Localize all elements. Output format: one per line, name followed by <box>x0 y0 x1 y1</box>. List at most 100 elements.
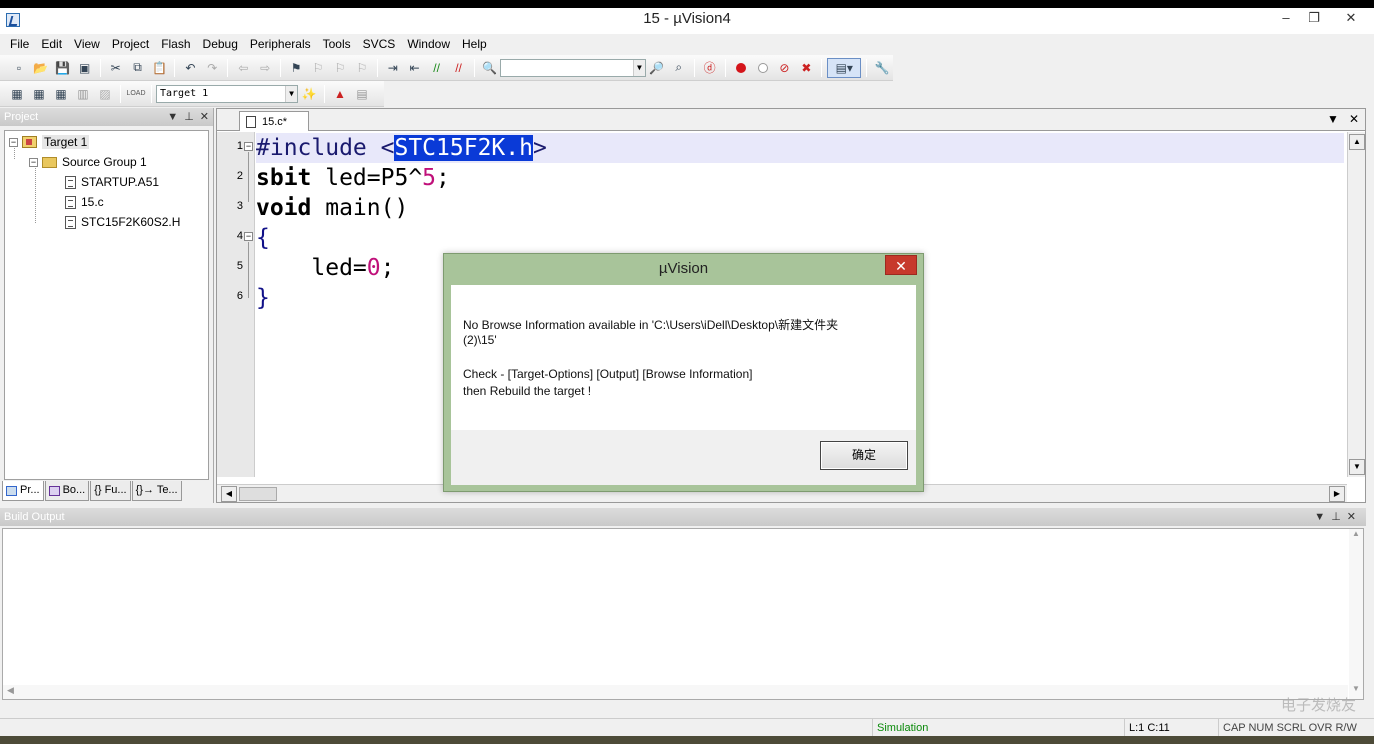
bookmark-icon[interactable]: ⚑ <box>286 58 306 78</box>
scroll-down-icon[interactable]: ▼ <box>1349 684 1363 693</box>
cut-icon[interactable]: ✂ <box>106 58 126 78</box>
pin-icon[interactable]: ⊥ <box>184 108 194 126</box>
configure-icon[interactable]: 🔧 <box>872 58 892 78</box>
rebuild-icon[interactable]: ▦ <box>51 84 71 104</box>
scroll-left-icon[interactable]: ◀ <box>7 685 14 695</box>
chevron-down-icon[interactable]: ▼ <box>632 59 645 76</box>
undo-icon[interactable]: ↶ <box>180 58 200 78</box>
comment-icon[interactable]: // <box>427 58 447 78</box>
disable-breakpoint-icon[interactable] <box>753 58 773 78</box>
tab-templates[interactable]: {}→ Te... <box>131 481 182 501</box>
target-options-icon[interactable]: ✨ <box>299 84 319 104</box>
paste-icon[interactable]: 📋 <box>150 58 170 78</box>
scroll-thumb[interactable] <box>239 487 277 501</box>
tree-node-file[interactable]: STARTUP.A51 <box>65 173 159 191</box>
pin-icon[interactable]: ⊥ <box>1331 508 1341 526</box>
tab-project[interactable]: Pr... <box>2 481 44 501</box>
stop-build-icon[interactable]: ▨ <box>95 84 115 104</box>
window-layout-icon[interactable]: ▤▾ <box>827 57 862 78</box>
panel-close-icon[interactable]: ✕ <box>1347 508 1356 526</box>
clear-bookmarks-icon[interactable]: ⚐ <box>352 58 372 78</box>
panel-close-icon[interactable]: ✕ <box>200 108 209 126</box>
collapse-icon[interactable]: − <box>29 157 38 167</box>
menu-peripherals[interactable]: Peripherals <box>244 37 317 51</box>
dialog-title: µVision <box>658 260 709 277</box>
close-tab-icon[interactable]: ✕ <box>1349 112 1359 126</box>
batch-build-icon[interactable]: ▥ <box>73 84 93 104</box>
menu-flash[interactable]: Flash <box>155 37 196 51</box>
toolbar-separator <box>724 58 726 77</box>
tree-node-source-group[interactable]: − Source Group 1 <box>29 153 147 171</box>
select-packs-icon[interactable]: ▤ <box>352 84 372 104</box>
find-icon[interactable]: 🔎 <box>647 58 667 78</box>
menu-debug[interactable]: Debug <box>197 37 244 51</box>
tree-label-source-group: Source Group 1 <box>62 155 147 169</box>
scroll-up-icon[interactable]: ▲ <box>1349 529 1363 538</box>
tree-connector <box>35 165 36 223</box>
editor-vertical-scrollbar[interactable]: ▲ ▼ <box>1347 132 1365 477</box>
tree-node-file[interactable]: STC15F2K60S2.H <box>65 213 180 231</box>
menu-tools[interactable]: Tools <box>317 37 357 51</box>
copy-icon[interactable]: ⧉ <box>128 58 148 78</box>
target-combo[interactable]: Target 1 ▼ <box>156 84 298 103</box>
nav-forward-icon[interactable]: ⇨ <box>255 58 275 78</box>
scroll-left-icon[interactable]: ◀ <box>221 486 237 502</box>
dialog-close-button[interactable]: ✕ <box>885 255 917 275</box>
build-icon[interactable]: ▦ <box>29 84 49 104</box>
maximize-button[interactable]: ❐ <box>1300 8 1328 28</box>
menu-file[interactable]: File <box>4 37 35 51</box>
close-window-button[interactable]: ✕ <box>1328 8 1374 28</box>
nav-back-icon[interactable]: ⇦ <box>233 58 253 78</box>
incremental-find-icon[interactable]: ⌕ <box>669 58 689 78</box>
find-in-files-icon[interactable]: 🔍 <box>480 58 500 78</box>
kill-all-breakpoints-icon[interactable]: ✖ <box>796 58 816 78</box>
minimize-button[interactable]: – <box>1272 8 1300 28</box>
translate-icon[interactable]: ▦ <box>7 84 27 104</box>
build-toolbar: ▦ ▦ ▦ ▥ ▨ LOAD Target 1 ▼ ✨ ▲ ▤ <box>0 81 384 107</box>
tab-list-icon[interactable]: ▼ <box>1327 112 1339 126</box>
scroll-down-icon[interactable]: ▼ <box>1349 459 1365 475</box>
scroll-right-icon[interactable]: ▶ <box>1329 486 1345 502</box>
fold-icon[interactable]: − <box>244 232 253 241</box>
chevron-down-icon[interactable]: ▼ <box>285 85 297 102</box>
fold-icon[interactable]: − <box>244 142 253 151</box>
download-icon[interactable]: LOAD <box>126 84 146 104</box>
new-file-icon[interactable]: ▫ <box>9 58 29 78</box>
unindent-icon[interactable]: ⇤ <box>405 58 425 78</box>
uncomment-icon[interactable]: // <box>449 58 469 78</box>
code-text: > <box>532 135 547 161</box>
start-debug-icon[interactable]: ⓓ <box>700 58 720 78</box>
prev-bookmark-icon[interactable]: ⚐ <box>308 58 328 78</box>
panel-menu-icon[interactable]: ▼ <box>167 108 178 126</box>
open-file-icon[interactable]: 📂 <box>31 58 51 78</box>
build-vertical-scrollbar[interactable]: ▲ ▼ <box>1349 529 1363 699</box>
insert-breakpoint-icon[interactable] <box>731 58 751 78</box>
build-horizontal-scrollbar[interactable]: ◀ <box>3 685 1348 699</box>
manage-components-icon[interactable]: ▲ <box>330 84 350 104</box>
tab-functions[interactable]: {} Fu... <box>90 481 131 501</box>
menu-help[interactable]: Help <box>456 37 493 51</box>
scroll-up-icon[interactable]: ▲ <box>1349 134 1365 150</box>
tab-books[interactable]: Bo... <box>44 481 90 501</box>
panel-menu-icon[interactable]: ▼ <box>1314 508 1325 526</box>
save-all-icon[interactable]: ▣ <box>75 58 95 78</box>
build-output-text[interactable]: ▲ ▼ ◀ <box>2 528 1364 700</box>
menu-edit[interactable]: Edit <box>35 37 68 51</box>
books-tab-icon <box>48 485 60 496</box>
tree-node-file[interactable]: 15.c <box>65 193 104 211</box>
project-panel: Project ▼ ⊥ ✕ − Target 1 − Source Group … <box>0 108 214 503</box>
next-bookmark-icon[interactable]: ⚐ <box>330 58 350 78</box>
tree-node-target[interactable]: − Target 1 <box>9 133 90 151</box>
collapse-icon[interactable]: − <box>9 137 18 147</box>
editor-tab-15c[interactable]: 15.c* <box>239 111 309 131</box>
indent-icon[interactable]: ⇥ <box>383 58 403 78</box>
menu-window[interactable]: Window <box>401 37 456 51</box>
save-icon[interactable]: 💾 <box>53 58 73 78</box>
menu-view[interactable]: View <box>68 37 106 51</box>
disable-all-breakpoints-icon[interactable]: ⊘ <box>774 58 794 78</box>
menu-svcs[interactable]: SVCS <box>357 37 402 51</box>
menu-project[interactable]: Project <box>106 37 155 51</box>
redo-icon[interactable]: ↷ <box>202 58 222 78</box>
ok-button[interactable]: 确定 <box>820 441 908 470</box>
find-combo[interactable]: ▼ <box>500 58 646 77</box>
